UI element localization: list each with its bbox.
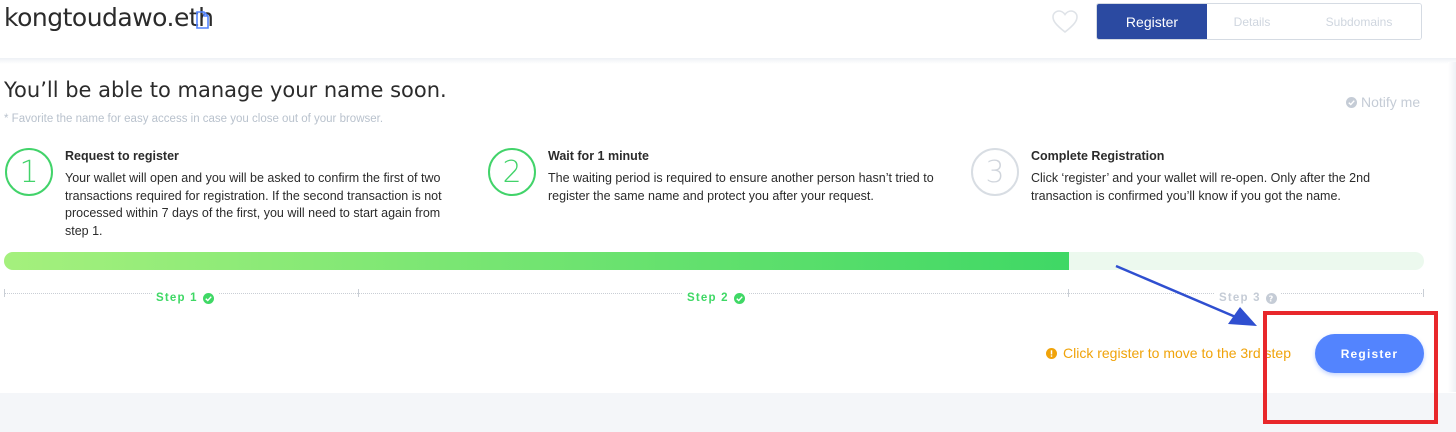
domain-name-title: kongtoudawo.eth: [4, 3, 214, 32]
register-button[interactable]: Register: [1315, 334, 1424, 373]
step-2-label: Step 2: [683, 292, 749, 304]
header-divider: [0, 58, 1456, 64]
check-circle-icon: [733, 292, 745, 304]
ruler-tick: [1068, 289, 1069, 297]
step-2-number-circle: 2: [488, 148, 536, 196]
tab-subdomains[interactable]: Subdomains: [1297, 4, 1421, 39]
step-1-title: Request to register: [65, 149, 179, 163]
ruler-tick: [358, 289, 359, 297]
step-1-label-text: Step 1: [156, 292, 198, 304]
progress-fill: [4, 252, 1069, 270]
heart-icon[interactable]: [1052, 10, 1078, 34]
check-circle-icon: [202, 292, 214, 304]
notify-me-label: Notify me: [1361, 94, 1421, 110]
favorite-note: * Favorite the name for easy access in c…: [4, 113, 384, 125]
warning-circle-icon: [1046, 347, 1057, 359]
page-headline: You’ll be able to manage your name soon.: [4, 78, 447, 102]
tab-register[interactable]: Register: [1097, 4, 1207, 39]
notify-me-button[interactable]: Notify me: [1346, 94, 1420, 110]
registration-card: kongtoudawo.eth Register Details Subdoma…: [0, 0, 1456, 393]
ruler-tick: [4, 289, 5, 297]
step-2-title: Wait for 1 minute: [548, 149, 649, 163]
arrow-annotation: [1115, 264, 1257, 326]
ruler-tick: [1423, 289, 1424, 297]
question-circle-icon: ?: [1265, 292, 1277, 304]
register-hint: Click register to move to the 3rd step: [1046, 345, 1291, 361]
step-2-label-text: Step 2: [687, 292, 729, 304]
svg-text:?: ?: [1268, 293, 1274, 303]
step-1-description: Your wallet will open and you will be as…: [65, 171, 442, 238]
name-tabs: Register Details Subdomains: [1096, 3, 1422, 40]
tab-details[interactable]: Details: [1207, 4, 1297, 39]
step-2-description: The waiting period is required to ensure…: [548, 171, 934, 203]
step-3-description: Click ‘register’ and your wallet will re…: [1031, 171, 1371, 203]
step-3-title: Complete Registration: [1031, 149, 1165, 163]
step-3-number-circle: 3: [971, 148, 1019, 196]
scroll-edge: [1448, 62, 1456, 392]
check-circle-icon: [1346, 96, 1357, 108]
step-1-number-circle: 1: [5, 148, 53, 196]
step-1-label: Step 1: [152, 292, 218, 304]
document-icon[interactable]: [195, 11, 209, 29]
register-hint-text: Click register to move to the 3rd step: [1063, 345, 1291, 361]
